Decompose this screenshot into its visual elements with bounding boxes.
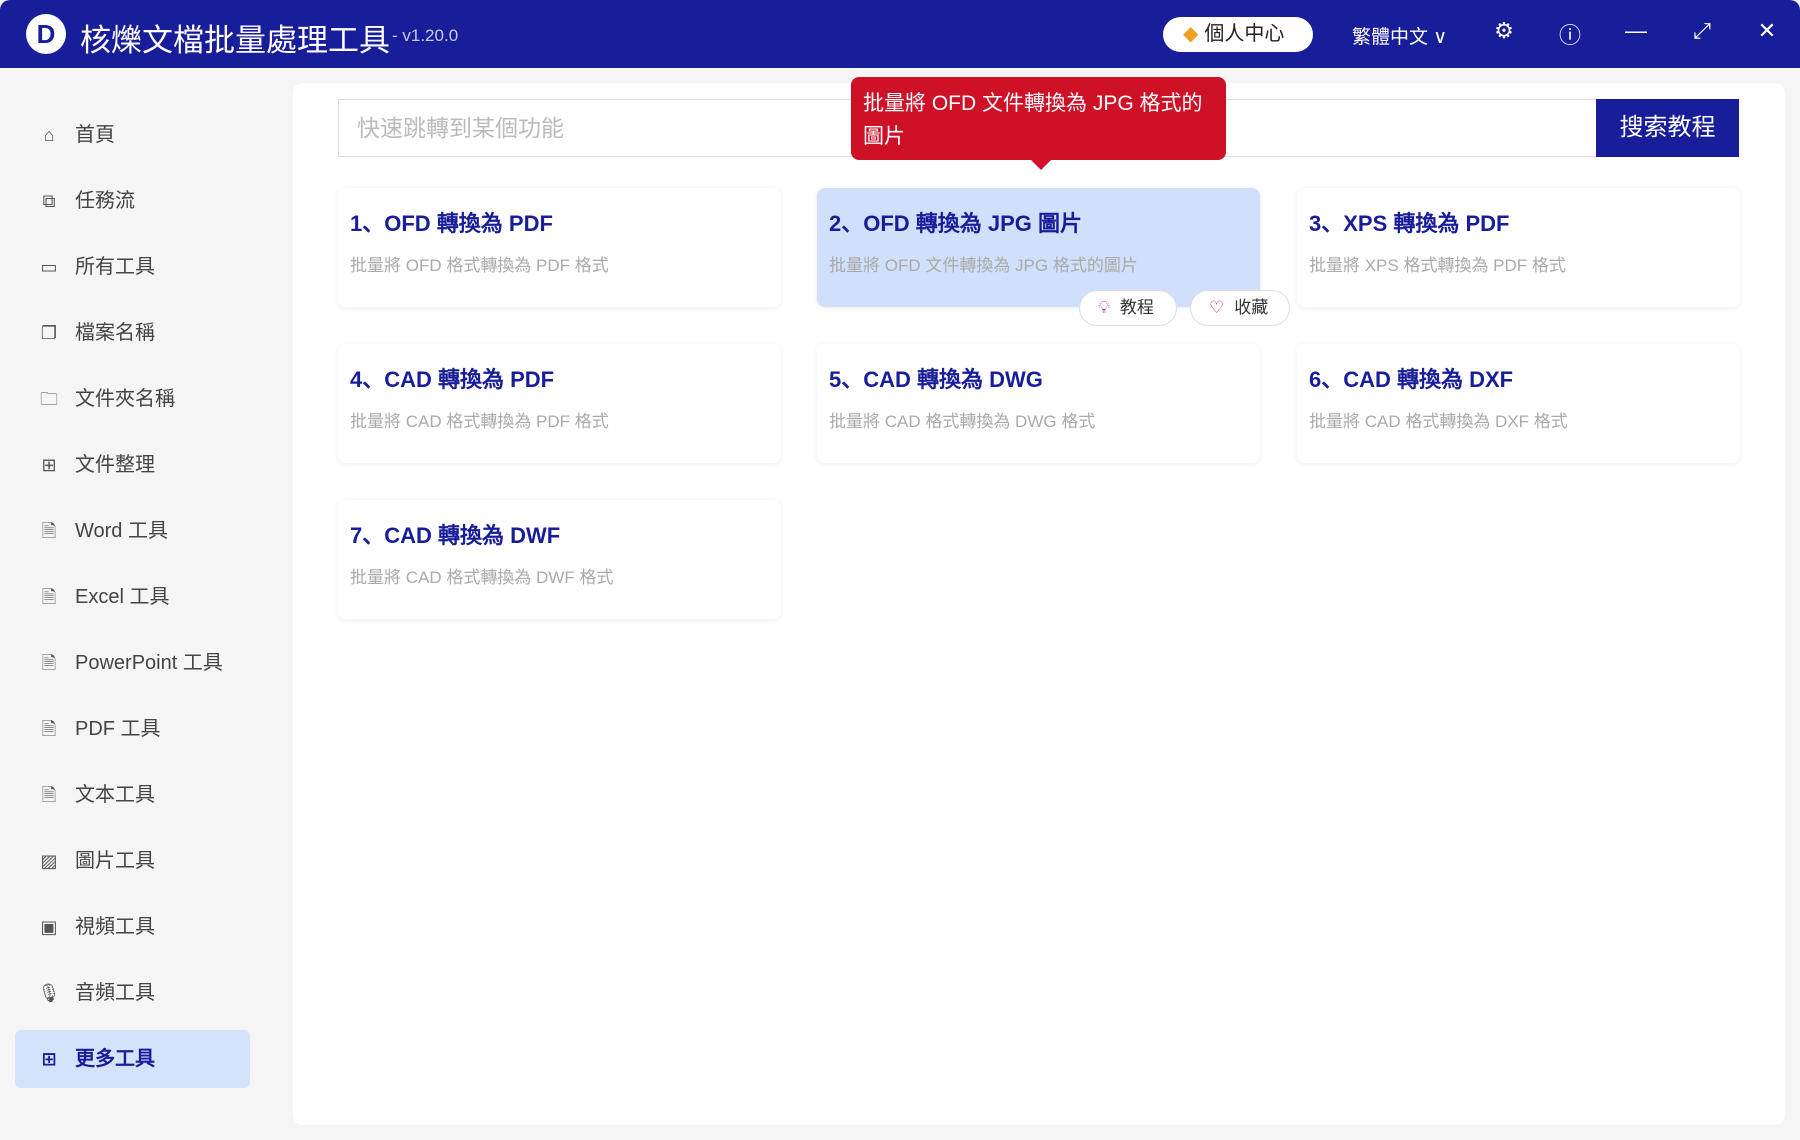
organize-icon: ⊞ — [41, 455, 57, 475]
sidebar-item-label: Excel 工具 — [75, 586, 170, 608]
tool-card-title: 6、CAD 轉換為 DXF — [1309, 367, 1514, 392]
tool-card-description: 批量將 OFD 文件轉換為 JPG 格式的圖片 — [829, 256, 1138, 275]
chevron-down-icon: ∨ — [1433, 27, 1448, 48]
sidebar-item[interactable]: ⊞ 文件整理 — [15, 436, 250, 494]
tool-card[interactable]: 1、OFD 轉換為 PDF 批量將 OFD 格式轉換為 PDF 格式 — [338, 188, 781, 307]
monitor-icon: ▭ — [40, 257, 58, 277]
search-tutorial-button[interactable]: 搜索教程 — [1596, 99, 1739, 157]
tool-card-description: 批量將 CAD 格式轉換為 DXF 格式 — [1309, 412, 1568, 431]
sidebar-item-label: 任務流 — [75, 190, 135, 212]
sidebar-item-label: 檔案名稱 — [75, 322, 155, 344]
sidebar-item[interactable]: ▨ 圖片工具 — [15, 832, 250, 890]
app-title: 核爍文檔批量處理工具 — [80, 23, 390, 58]
pdf-icon: 🗎︎ — [41, 719, 57, 739]
tool-card[interactable]: 2、OFD 轉換為 JPG 圖片批量將 OFD 文件轉換為 JPG 格式的圖片 — [817, 188, 1260, 307]
sidebar-item-label: 所有工具 — [75, 256, 155, 278]
tool-card-description: 批量將 CAD 格式轉換為 DWG 格式 — [829, 412, 1096, 431]
tool-card-description: 批量將 OFD 格式轉換為 PDF 格式 — [350, 256, 609, 275]
tool-card[interactable]: 5、CAD 轉換為 DWG 批量將 CAD 格式轉換為 DWG 格式 — [817, 344, 1260, 463]
sidebar: ⌂ 首頁 ⧉ 任務流 ▭ 所有工具 ❐ 檔案名稱 🗀︎ 文件夾名稱 ⊞ 文件整理 🗎︎ Word 工具 🗎︎… — [0, 68, 252, 1140]
tool-card-title: 5、CAD 轉換為 DWG — [829, 367, 1043, 392]
sidebar-item-label: 文件夾名稱 — [75, 388, 175, 410]
maximize-icon[interactable]: ⤢ — [1687, 18, 1717, 44]
sidebar-item-label: 文件整理 — [75, 454, 155, 476]
minimize-icon[interactable]: — — [1621, 18, 1651, 44]
tool-card[interactable]: 7、CAD 轉換為 DWF 批量將 CAD 格式轉換為 DWF 格式 — [338, 500, 781, 619]
tool-card-description: 批量將 CAD 格式轉換為 PDF 格式 — [350, 412, 609, 431]
tutorial-label: 教程 — [1119, 298, 1154, 317]
favorite-button[interactable]: ♡ 收藏 — [1190, 290, 1290, 326]
sidebar-item-label: 文本工具 — [75, 784, 155, 806]
sidebar-item-label: 首頁 — [75, 124, 115, 146]
tool-card[interactable]: 3、XPS 轉換為 PDF 批量將 XPS 格式轉換為 PDF 格式 — [1297, 188, 1740, 307]
sidebar-item-label: PDF 工具 — [75, 718, 161, 740]
workflow-icon: ⧉ — [42, 191, 56, 211]
text-icon: 🗎︎ — [41, 785, 57, 805]
language-select[interactable]: 繁體中文 ∨ — [1352, 22, 1447, 49]
sidebar-item-label: 更多工具 — [75, 1048, 155, 1070]
sidebar-item[interactable]: 🗎︎ PowerPoint 工具 — [15, 634, 250, 692]
tool-card[interactable]: 4、CAD 轉換為 PDF 批量將 CAD 格式轉換為 PDF 格式 — [338, 344, 781, 463]
sidebar-item-label: PowerPoint 工具 — [75, 652, 223, 674]
audio-icon: 🎙︎ — [37, 983, 61, 1003]
file-copy-icon: ❐ — [40, 323, 58, 343]
tool-card-title: 2、OFD 轉換為 JPG 圖片 — [829, 211, 1083, 236]
sidebar-item[interactable]: ❐ 檔案名稱 — [15, 304, 250, 362]
image-icon: ▨ — [40, 851, 58, 871]
sidebar-item-label: Word 工具 — [75, 520, 168, 542]
tutorial-button[interactable]: 💡︎ 教程 — [1079, 290, 1177, 326]
sidebar-item[interactable]: 🗀︎ 文件夾名稱 — [15, 370, 250, 428]
sidebar-item[interactable]: 🗎︎ Excel 工具 — [15, 568, 250, 626]
tool-card-title: 4、CAD 轉換為 PDF — [350, 367, 555, 392]
tool-card-description: 批量將 XPS 格式轉換為 PDF 格式 — [1309, 256, 1566, 275]
home-icon: ⌂ — [43, 125, 55, 145]
heart-icon: ♡ — [1209, 298, 1225, 317]
tool-card-title: 3、XPS 轉換為 PDF — [1309, 211, 1510, 236]
favorite-label: 收藏 — [1234, 298, 1269, 317]
sidebar-item[interactable]: ⧉ 任務流 — [15, 172, 250, 230]
tool-card-title: 1、OFD 轉換為 PDF — [350, 211, 553, 236]
sidebar-item[interactable]: 🗎︎ 文本工具 — [15, 766, 250, 824]
sidebar-item-label: 圖片工具 — [75, 850, 155, 872]
app-logo: D — [26, 14, 66, 54]
tooltip: 批量將 OFD 文件轉換為 JPG 格式的圖片 — [851, 77, 1226, 170]
sidebar-item[interactable]: ⌂ 首頁 — [15, 106, 250, 164]
sidebar-item[interactable]: 🗎︎ Word 工具 — [15, 502, 250, 560]
sidebar-item-label: 音頻工具 — [75, 982, 155, 1004]
sidebar-item[interactable]: ⊞ 更多工具 — [15, 1030, 250, 1088]
tool-card[interactable]: 6、CAD 轉換為 DXF 批量將 CAD 格式轉換為 DXF 格式 — [1297, 344, 1740, 463]
tool-card-title: 7、CAD 轉換為 DWF — [350, 523, 561, 548]
diamond-icon: ◆ — [1183, 23, 1199, 45]
lightbulb-icon: 💡︎ — [1098, 298, 1110, 317]
folder-icon: 🗀︎ — [40, 389, 58, 409]
tool-card-description: 批量將 CAD 格式轉換為 DWF 格式 — [350, 568, 614, 587]
title-bar: D 核爍文檔批量處理工具 - v1.20.0 ◆ 個人中心 繁體中文 ∨ ⚙ ⓘ … — [0, 0, 1800, 68]
app-version: - v1.20.0 — [392, 26, 459, 45]
user-center-label: 個人中心 — [1204, 23, 1285, 45]
video-icon: ▣ — [40, 917, 58, 937]
help-icon[interactable]: ⓘ — [1555, 18, 1585, 50]
sidebar-item[interactable]: ▭ 所有工具 — [15, 238, 250, 296]
grid-icon: ⊞ — [41, 1049, 57, 1069]
language-label: 繁體中文 — [1352, 27, 1429, 48]
settings-icon[interactable]: ⚙ — [1489, 18, 1519, 44]
sidebar-item[interactable]: 🗎︎ PDF 工具 — [15, 700, 250, 758]
sidebar-item[interactable]: ▣ 視頻工具 — [15, 898, 250, 956]
sidebar-item-label: 視頻工具 — [75, 916, 155, 938]
word-icon: 🗎︎ — [41, 521, 57, 541]
user-center-button[interactable]: ◆ 個人中心 — [1163, 17, 1313, 52]
close-icon[interactable]: ✕ — [1752, 18, 1782, 44]
excel-icon: 🗎︎ — [41, 587, 57, 607]
powerpoint-icon: 🗎︎ — [41, 653, 57, 673]
sidebar-item[interactable]: 🎙︎ 音頻工具 — [15, 964, 250, 1022]
